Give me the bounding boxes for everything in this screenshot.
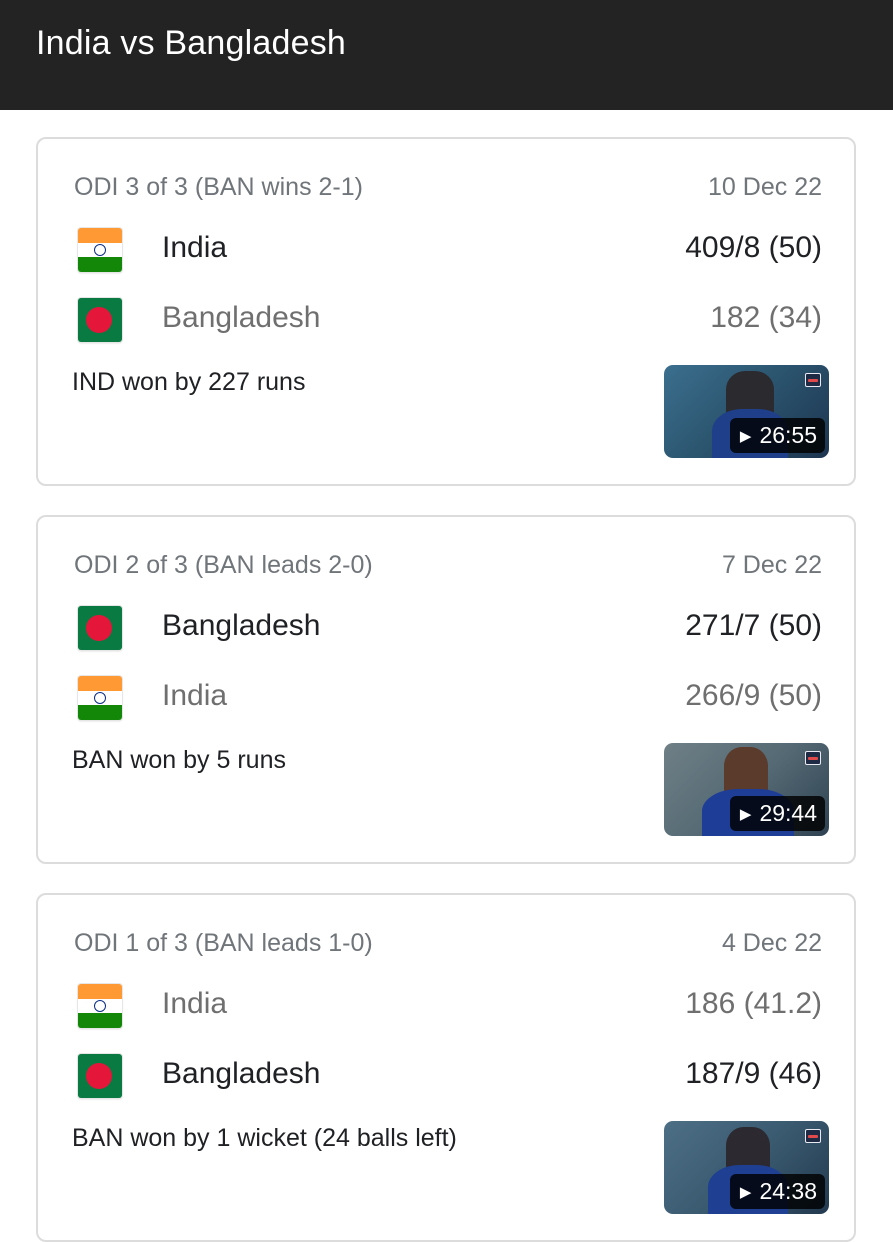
india-flag-icon [78, 676, 122, 720]
team-name: India [162, 987, 228, 1020]
channel-logo-icon [805, 751, 821, 765]
match-date: 4 Dec 22 [721, 929, 822, 957]
duration-text: 24:38 [759, 1178, 817, 1204]
team-name: Bangladesh [162, 301, 321, 334]
team-name: Bangladesh [162, 1057, 321, 1090]
bangladesh-flag-icon [78, 606, 122, 650]
duration-text: 29:44 [759, 800, 817, 826]
play-icon: ▶ [739, 428, 752, 445]
team-score: 187/9 (46) [685, 1057, 822, 1090]
match-result: BAN won by 1 wicket (24 balls left) [72, 1124, 457, 1152]
highlights-video-thumbnail[interactable]: ▶ 29:44 [664, 743, 829, 836]
match-card-odi-3[interactable]: ODI 3 of 3 (BAN wins 2-1) 10 Dec 22 Indi… [36, 137, 856, 486]
match-card-odi-2[interactable]: ODI 2 of 3 (BAN leads 2-0) 7 Dec 22 Bang… [36, 515, 856, 864]
play-icon: ▶ [739, 806, 752, 823]
india-flag-icon [78, 984, 122, 1028]
match-result: IND won by 227 runs [72, 368, 306, 396]
bangladesh-flag-icon [78, 1054, 122, 1098]
series-status: ODI 1 of 3 (BAN leads 1-0) [74, 929, 373, 957]
team-row-bangladesh: Bangladesh 182 (34) [38, 297, 854, 347]
highlights-video-thumbnail[interactable]: ▶ 26:55 [664, 365, 829, 458]
match-date: 10 Dec 22 [708, 173, 822, 201]
page-title: India vs Bangladesh [36, 24, 347, 62]
video-duration: ▶ 29:44 [729, 796, 825, 831]
team-score: 182 (34) [710, 301, 822, 334]
team-score: 409/8 (50) [685, 231, 822, 264]
video-duration: ▶ 26:55 [729, 418, 825, 453]
india-flag-icon [78, 228, 122, 272]
channel-logo-icon [805, 1129, 821, 1143]
bangladesh-flag-icon [78, 298, 122, 342]
highlights-video-thumbnail[interactable]: ▶ 24:38 [664, 1121, 829, 1214]
duration-text: 26:55 [759, 422, 817, 448]
team-name: India [162, 231, 228, 264]
match-date: 7 Dec 22 [721, 551, 822, 579]
series-status: ODI 2 of 3 (BAN leads 2-0) [74, 551, 373, 579]
team-row-bangladesh: Bangladesh 271/7 (50) [38, 605, 854, 655]
channel-logo-icon [805, 373, 821, 387]
match-result: BAN won by 5 runs [72, 746, 286, 774]
team-name: Bangladesh [162, 609, 321, 642]
team-score: 271/7 (50) [685, 609, 822, 642]
team-name: India [162, 679, 228, 712]
match-card-odi-1[interactable]: ODI 1 of 3 (BAN leads 1-0) 4 Dec 22 Indi… [36, 893, 856, 1242]
team-score: 266/9 (50) [685, 679, 822, 712]
series-status: ODI 3 of 3 (BAN wins 2-1) [74, 173, 363, 201]
team-row-india: India 409/8 (50) [38, 227, 854, 277]
app-header: India vs Bangladesh [0, 0, 893, 110]
play-icon: ▶ [739, 1184, 752, 1201]
team-row-bangladesh: Bangladesh 187/9 (46) [38, 1053, 854, 1103]
team-row-india: India 186 (41.2) [38, 983, 854, 1033]
team-row-india: India 266/9 (50) [38, 675, 854, 725]
video-duration: ▶ 24:38 [729, 1174, 825, 1209]
team-score: 186 (41.2) [685, 987, 822, 1020]
